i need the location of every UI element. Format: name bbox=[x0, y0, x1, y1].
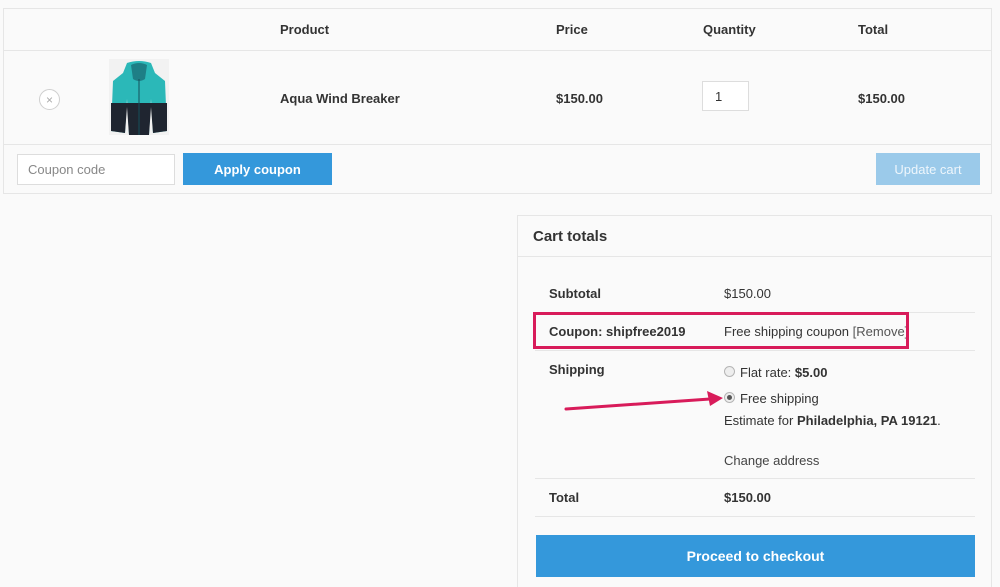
header-price: Price bbox=[556, 22, 588, 37]
coupon-code-input[interactable] bbox=[17, 154, 175, 185]
free-shipping-radio[interactable] bbox=[724, 392, 735, 403]
header-total: Total bbox=[858, 22, 888, 37]
product-total: $150.00 bbox=[858, 91, 905, 106]
coupon-description: Free shipping coupon bbox=[724, 324, 849, 339]
coupon-value: Free shipping coupon [Remove] bbox=[724, 324, 908, 339]
total-value: $150.00 bbox=[724, 490, 771, 505]
cart-table: Product Price Quantity Total × Aqua Wind… bbox=[3, 8, 992, 194]
divider bbox=[535, 478, 975, 479]
cart-table-header: Product Price Quantity Total bbox=[4, 9, 991, 51]
close-icon: × bbox=[46, 93, 53, 107]
total-label: Total bbox=[549, 490, 579, 505]
divider bbox=[535, 516, 975, 517]
flat-rate-price: $5.00 bbox=[795, 365, 828, 380]
remove-coupon-link[interactable]: [Remove] bbox=[853, 324, 909, 339]
cart-totals-title: Cart totals bbox=[533, 228, 607, 245]
divider bbox=[535, 312, 975, 313]
coupon-label: Coupon: shipfree2019 bbox=[549, 324, 686, 339]
subtotal-value: $150.00 bbox=[724, 286, 771, 301]
flat-rate-radio[interactable] bbox=[724, 366, 735, 377]
shipping-label: Shipping bbox=[549, 362, 605, 377]
cart-totals-panel: Cart totals Subtotal $150.00 Coupon: shi… bbox=[517, 215, 992, 587]
proceed-to-checkout-button[interactable]: Proceed to checkout bbox=[536, 535, 975, 577]
product-thumbnail[interactable] bbox=[109, 59, 169, 135]
shipping-option-flat-rate[interactable]: Flat rate: $5.00 bbox=[724, 365, 827, 380]
divider bbox=[535, 350, 975, 351]
remove-item-button[interactable]: × bbox=[39, 89, 60, 110]
cart-actions: Apply coupon Update cart bbox=[4, 145, 991, 195]
shipping-option-free[interactable]: Free shipping bbox=[724, 391, 819, 406]
update-cart-button[interactable]: Update cart bbox=[876, 153, 980, 185]
change-address-link[interactable]: Change address bbox=[724, 453, 819, 468]
jacket-image bbox=[109, 59, 169, 135]
product-price: $150.00 bbox=[556, 91, 603, 106]
cart-item-row: × Aqua Wind Breaker $150.00 $150.00 bbox=[4, 51, 991, 145]
header-product: Product bbox=[280, 22, 329, 37]
product-name-link[interactable]: Aqua Wind Breaker bbox=[280, 91, 400, 106]
shipping-estimate: Estimate for Philadelphia, PA 19121. bbox=[724, 413, 941, 428]
divider bbox=[518, 256, 991, 257]
apply-coupon-button[interactable]: Apply coupon bbox=[183, 153, 332, 185]
subtotal-label: Subtotal bbox=[549, 286, 601, 301]
header-quantity: Quantity bbox=[703, 22, 756, 37]
quantity-input[interactable] bbox=[702, 81, 749, 111]
estimate-location: Philadelphia, PA 19121 bbox=[797, 413, 937, 428]
